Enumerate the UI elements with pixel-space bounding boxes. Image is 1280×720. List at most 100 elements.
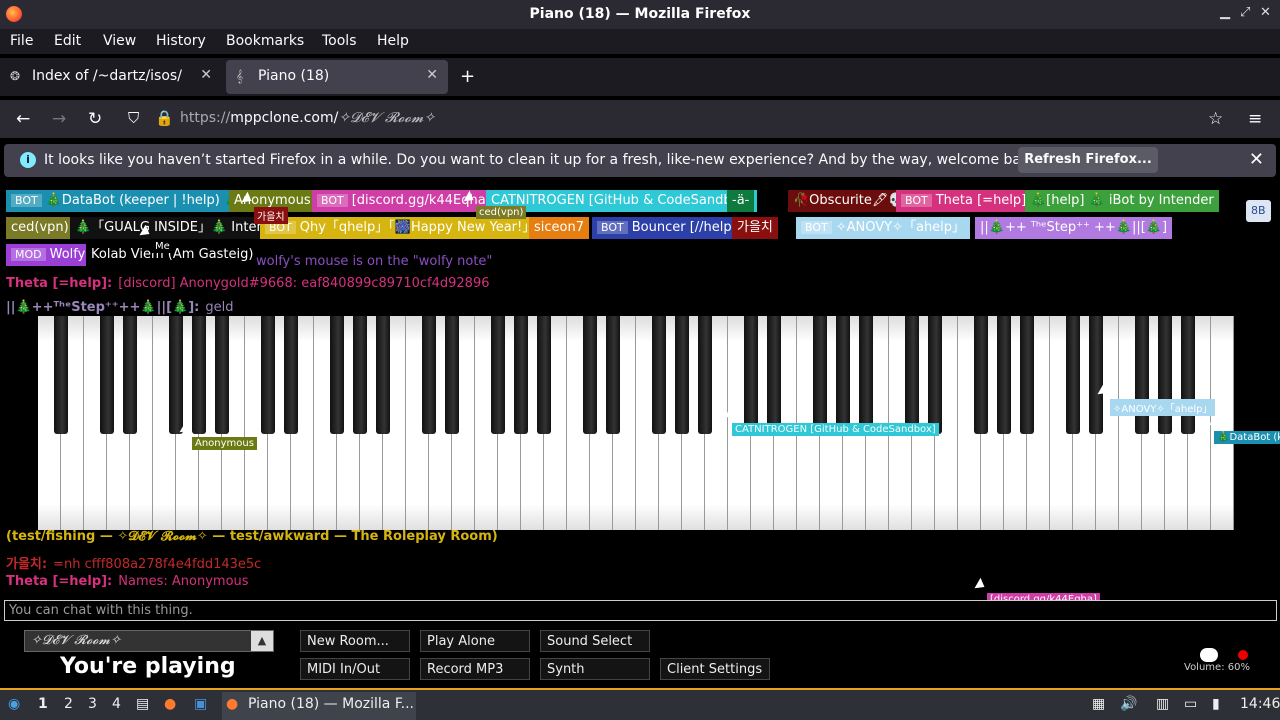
synth-button[interactable]: Synth [540,658,650,680]
black-key[interactable] [122,316,138,434]
white-key[interactable] [1211,316,1234,530]
menu-file[interactable]: File [10,33,33,49]
lock-icon[interactable]: 🔒 [155,109,174,127]
black-key[interactable] [1065,316,1081,434]
user-chip[interactable]: BOT Theta [=help] [896,190,1032,212]
close-icon[interactable]: ✕ [1249,149,1264,170]
black-key[interactable] [490,316,506,434]
close-tab-icon[interactable]: ✕ [200,67,212,83]
black-key[interactable] [973,316,989,434]
black-key[interactable] [536,316,552,434]
user-chip[interactable]: MOD Wolfy [6,244,91,266]
black-key[interactable] [214,316,230,434]
back-icon[interactable]: ← [16,109,30,129]
black-key[interactable] [352,316,368,434]
black-key[interactable] [99,316,115,434]
menu-view[interactable]: View [103,33,136,49]
black-key[interactable] [743,316,759,434]
minimize-icon[interactable]: ▁ [1220,5,1230,20]
chat-input[interactable]: You can chat with this thing. [4,600,1277,621]
black-key[interactable] [858,316,874,434]
menu-bookmarks[interactable]: Bookmarks [226,33,304,49]
workspace-2[interactable]: 2 [64,696,73,712]
workspace-3[interactable]: 3 [88,696,97,712]
battery-icon[interactable]: ▮ [1212,696,1220,712]
user-chip[interactable]: 🎄[help] 🎄 iBot by Intender [1025,190,1219,212]
black-key[interactable] [651,316,667,434]
user-chip[interactable]: BOT 🎄DataBot (keeper | !help) 🎄 [6,190,246,212]
bookmark-star-icon[interactable]: ☆ [1208,109,1223,129]
black-key[interactable] [766,316,782,434]
black-key[interactable] [904,316,920,434]
user-chip[interactable]: siceon7 [529,217,589,239]
start-menu-icon[interactable]: ◉ [8,696,20,712]
user-chip[interactable]: BOT ✧ANOVY✧「ahelp」 [796,217,971,239]
close-icon[interactable]: ✕ [1260,5,1271,20]
file-manager-icon[interactable]: ▤ [136,696,149,712]
black-key[interactable] [1134,316,1150,434]
close-tab-icon[interactable]: ✕ [426,67,438,83]
user-chip[interactable]: CATNITROGEN [GitHub & CodeSandbox] [486,190,757,212]
menu-tools[interactable]: Tools [322,33,357,49]
display-icon[interactable]: ▭ [1184,696,1197,712]
taskbar-task-firefox[interactable]: ● Piano (18) — Mozilla F... [222,692,416,720]
black-key[interactable] [283,316,299,434]
user-chip[interactable]: 🥀Obscurite🖋💀 [788,190,910,212]
workspace-4[interactable]: 4 [112,696,121,712]
black-key[interactable] [605,316,621,434]
clipboard-icon[interactable]: ▥ [1156,696,1169,712]
midi-button[interactable]: MIDI In/Out [300,658,410,680]
black-key[interactable] [697,316,713,434]
black-key[interactable] [260,316,276,434]
new-tab-button[interactable]: + [460,66,475,87]
user-chip[interactable]: -ä- [727,190,755,212]
client-settings-button[interactable]: Client Settings [660,658,770,680]
workspace-1[interactable]: 1 [38,696,48,712]
tray-box-icon[interactable]: ▦ [1092,696,1105,712]
sound-select-button[interactable]: Sound Select [540,630,650,652]
black-key[interactable] [1180,316,1196,434]
room-select[interactable]: ✧𝓓𝓔𝓥 𝓡𝓸𝓸𝓶✧ ▲ [24,630,274,652]
firefox-launcher-icon[interactable]: ● [164,696,176,712]
black-key[interactable] [1157,316,1173,434]
black-key[interactable] [375,316,391,434]
black-key[interactable] [329,316,345,434]
user-chip[interactable]: 가을치 [732,217,778,239]
chevron-up-icon[interactable]: ▲ [251,631,273,651]
window-launcher-icon[interactable]: ▣ [194,696,207,712]
menu-history[interactable]: History [156,33,206,49]
black-key[interactable] [1088,316,1104,434]
black-key[interactable] [444,316,460,434]
black-key[interactable] [582,316,598,434]
user-chip[interactable]: BOT Qhy「qhelp」「🎆Happy New Year!」 [260,217,541,239]
black-key[interactable] [927,316,943,434]
maximize-icon[interactable]: ⤢ [1240,5,1250,20]
user-chip[interactable]: BOT Bouncer [//help] [592,217,742,239]
piano-keyboard[interactable] [38,316,1234,530]
menu-help[interactable]: Help [377,33,409,49]
url-bar[interactable]: https://mppclone.com/✧𝓓𝓔𝓥 𝓡𝓸𝓸𝓶✧ [180,110,435,126]
menu-edit[interactable]: Edit [54,33,81,49]
black-key[interactable] [1019,316,1035,434]
badge[interactable]: 8B [1246,200,1271,222]
play-alone-button[interactable]: Play Alone [420,630,530,652]
volume-icon[interactable]: 🔊 [1120,696,1137,712]
new-room-button[interactable]: New Room... [300,630,410,652]
black-key[interactable] [421,316,437,434]
reload-icon[interactable]: ↻ [88,109,102,129]
black-key[interactable] [191,316,207,434]
black-key[interactable] [996,316,1012,434]
hamburger-menu-icon[interactable]: ≡ [1248,109,1262,129]
refresh-firefox-button[interactable]: Refresh Firefox... [1018,147,1158,173]
tab-piano[interactable]: 𝄞 Piano (18) ✕ [226,60,448,94]
black-key[interactable] [168,316,184,434]
black-key[interactable] [53,316,69,434]
black-key[interactable] [812,316,828,434]
record-mp3-button[interactable]: Record MP3 [420,658,530,680]
black-key[interactable] [674,316,690,434]
user-chip[interactable]: ced(vpn) [6,217,74,239]
tab-index-isos[interactable]: ❂ Index of /~dartz/isos/ ✕ [0,60,222,94]
shield-icon[interactable]: ⛉ [128,109,139,127]
volume-knob[interactable] [1200,648,1218,662]
user-chip[interactable]: ||🎄++ ᵀʰᵉStep⁺⁺ ++🎄||[🎄] [975,217,1173,239]
